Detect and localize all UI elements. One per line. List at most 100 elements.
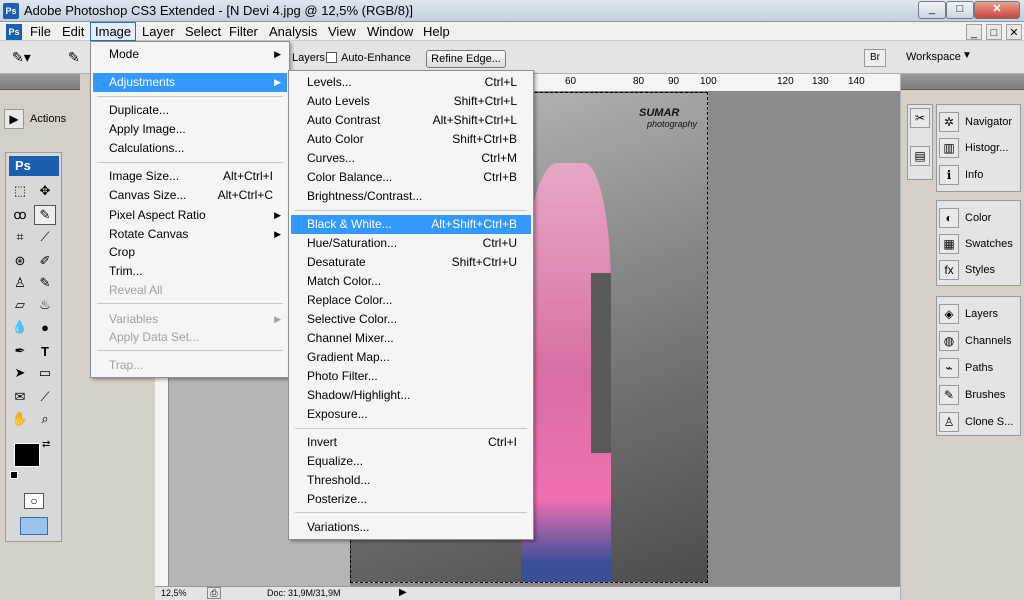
menu-item-canvas-size[interactable]: Canvas Size... Alt+Ctrl+C: [93, 186, 287, 205]
adj-black-white[interactable]: Black & White... Alt+Shift+Ctrl+B: [291, 215, 531, 234]
adj-posterize[interactable]: Posterize...: [291, 490, 531, 509]
doc-restore-button[interactable]: □: [986, 24, 1002, 40]
crop-tool-icon[interactable]: ⌗: [9, 227, 31, 247]
blur-tool-icon[interactable]: 💧: [9, 317, 31, 337]
menu-image[interactable]: Image: [90, 22, 137, 41]
minimize-button[interactable]: _: [918, 1, 946, 19]
brush-tool-icon[interactable]: ✐: [34, 251, 56, 271]
menu-item-adjustments[interactable]: Adjustments ▶: [93, 73, 287, 92]
menu-item-image-size[interactable]: Image Size... Alt+Ctrl+I: [93, 167, 287, 186]
menu-select[interactable]: Select: [181, 22, 225, 41]
quick-selection-tool-icon[interactable]: ✎: [34, 205, 56, 225]
menu-item-pixel-aspect-ratio[interactable]: Pixel Aspect Ratio ▶: [93, 206, 287, 225]
menu-item-apply-image[interactable]: Apply Image...: [93, 120, 287, 139]
styles-tab[interactable]: fx Styles: [939, 257, 1016, 283]
status-arrow-icon[interactable]: ▶: [399, 587, 407, 598]
swatches-tab[interactable]: ▦ Swatches: [939, 231, 1016, 257]
menu-item-crop[interactable]: Crop: [93, 243, 287, 262]
menu-item-duplicate[interactable]: Duplicate...: [93, 101, 287, 120]
chevron-down-icon[interactable]: ▼: [962, 50, 972, 61]
adj-hue-saturation[interactable]: Hue/Saturation... Ctrl+U: [291, 234, 531, 253]
adj-variations[interactable]: Variations...: [291, 518, 531, 537]
menu-layer[interactable]: Layer: [138, 22, 179, 41]
refine-edge-button[interactable]: Refine Edge...: [426, 50, 506, 68]
menu-window[interactable]: Window: [363, 22, 417, 41]
type-tool-icon[interactable]: T: [34, 341, 56, 361]
slice-tool-icon[interactable]: ⟋: [34, 227, 56, 247]
adj-gradient-map[interactable]: Gradient Map...: [291, 348, 531, 367]
eraser-tool-icon[interactable]: ▱: [9, 295, 31, 315]
history-brush-tool-icon[interactable]: ✎: [34, 273, 56, 293]
adj-desaturate[interactable]: Desaturate Shift+Ctrl+U: [291, 253, 531, 272]
info-tab[interactable]: ℹ Info: [939, 162, 1016, 188]
adj-selective-color[interactable]: Selective Color...: [291, 310, 531, 329]
paint-bucket-tool-icon[interactable]: ♨: [34, 295, 56, 315]
adj-match-color[interactable]: Match Color...: [291, 272, 531, 291]
adj-brightness-contrast[interactable]: Brightness/Contrast...: [291, 187, 531, 206]
quick-select-tool-icon[interactable]: ✎▾: [12, 49, 34, 67]
dodge-tool-icon[interactable]: ●: [34, 317, 56, 337]
path-selection-tool-icon[interactable]: ➤: [9, 363, 31, 383]
menu-edit[interactable]: Edit: [58, 22, 88, 41]
restore-button[interactable]: □: [946, 1, 974, 19]
auto-enhance-checkbox[interactable]: [326, 52, 337, 63]
menu-file[interactable]: File: [26, 22, 55, 41]
adj-exposure[interactable]: Exposure...: [291, 405, 531, 424]
healing-brush-tool-icon[interactable]: ⊛: [9, 251, 31, 271]
menu-item-trim[interactable]: Trim...: [93, 262, 287, 281]
adj-channel-mixer[interactable]: Channel Mixer...: [291, 329, 531, 348]
layers-tab[interactable]: ◈ Layers: [939, 301, 1016, 327]
notes-tool-icon[interactable]: ✉: [9, 387, 31, 407]
clone-stamp-tool-icon[interactable]: ♙: [9, 273, 31, 293]
adj-threshold[interactable]: Threshold...: [291, 471, 531, 490]
menu-analysis[interactable]: Analysis: [265, 22, 321, 41]
screen-mode-icon[interactable]: [20, 517, 48, 535]
adj-photo-filter[interactable]: Photo Filter...: [291, 367, 531, 386]
adj-invert[interactable]: Invert Ctrl+I: [291, 433, 531, 452]
adj-levels[interactable]: Levels... Ctrl+L: [291, 73, 531, 92]
status-icon[interactable]: ⎙: [207, 587, 221, 599]
pen-tool-icon[interactable]: ✒: [9, 341, 31, 361]
close-button[interactable]: ✕: [974, 1, 1020, 19]
adj-replace-color[interactable]: Replace Color...: [291, 291, 531, 310]
eyedropper-tool-icon[interactable]: ⟋: [34, 387, 56, 407]
adj-color-balance[interactable]: Color Balance... Ctrl+B: [291, 168, 531, 187]
clone-source-tab[interactable]: ♙ Clone S...: [939, 409, 1016, 435]
doc-minimize-button[interactable]: _: [966, 24, 982, 40]
workspace-menu[interactable]: Workspace: [906, 51, 961, 63]
marquee-tool-icon[interactable]: ⬚: [9, 181, 31, 201]
channels-tab[interactable]: ◍ Channels: [939, 328, 1016, 354]
tool-presets-icon[interactable]: ✂: [910, 108, 930, 128]
adj-equalize[interactable]: Equalize...: [291, 452, 531, 471]
bridge-icon[interactable]: Br: [864, 49, 886, 67]
menu-item-calculations[interactable]: Calculations...: [93, 139, 287, 158]
menu-item-rotate-canvas[interactable]: Rotate Canvas ▶: [93, 225, 287, 244]
rectangle-tool-icon[interactable]: ▭: [34, 363, 56, 383]
adj-auto-color[interactable]: Auto Color Shift+Ctrl+B: [291, 130, 531, 149]
navigator-tab[interactable]: ✲ Navigator: [939, 109, 1016, 135]
menu-filter[interactable]: Filter: [225, 22, 262, 41]
adj-shadow-highlight[interactable]: Shadow/Highlight...: [291, 386, 531, 405]
left-dock-header[interactable]: [0, 74, 80, 90]
adj-auto-contrast[interactable]: Auto Contrast Alt+Shift+Ctrl+L: [291, 111, 531, 130]
adj-curves[interactable]: Curves... Ctrl+M: [291, 149, 531, 168]
menu-help[interactable]: Help: [419, 22, 454, 41]
lasso-tool-icon[interactable]: ꝏ: [9, 205, 31, 225]
move-tool-icon[interactable]: ✥: [34, 181, 56, 201]
doc-close-button[interactable]: ✕: [1006, 24, 1022, 40]
brushes-tab[interactable]: ✎ Brushes: [939, 382, 1016, 408]
menu-view[interactable]: View: [324, 22, 360, 41]
ps-menu-icon[interactable]: Ps: [6, 24, 22, 40]
menu-item-mode[interactable]: Mode ▶: [93, 45, 287, 64]
paths-tab[interactable]: ⌁ Paths: [939, 355, 1016, 381]
hand-tool-icon[interactable]: ✋: [9, 409, 31, 429]
right-dock-header[interactable]: [901, 74, 1024, 90]
histogram-tab[interactable]: ▥ Histogr...: [939, 135, 1016, 161]
quick-mask-icon[interactable]: ○: [24, 493, 44, 509]
foreground-color-swatch[interactable]: [14, 443, 40, 467]
zoom-tool-icon[interactable]: ⌕: [34, 409, 56, 429]
actions-panel-button[interactable]: ▶ Actions: [4, 106, 76, 132]
zoom-level[interactable]: 12,5%: [161, 588, 187, 598]
layer-comps-icon[interactable]: ▤: [910, 146, 930, 166]
swap-colors-icon[interactable]: ⇄: [42, 439, 50, 450]
